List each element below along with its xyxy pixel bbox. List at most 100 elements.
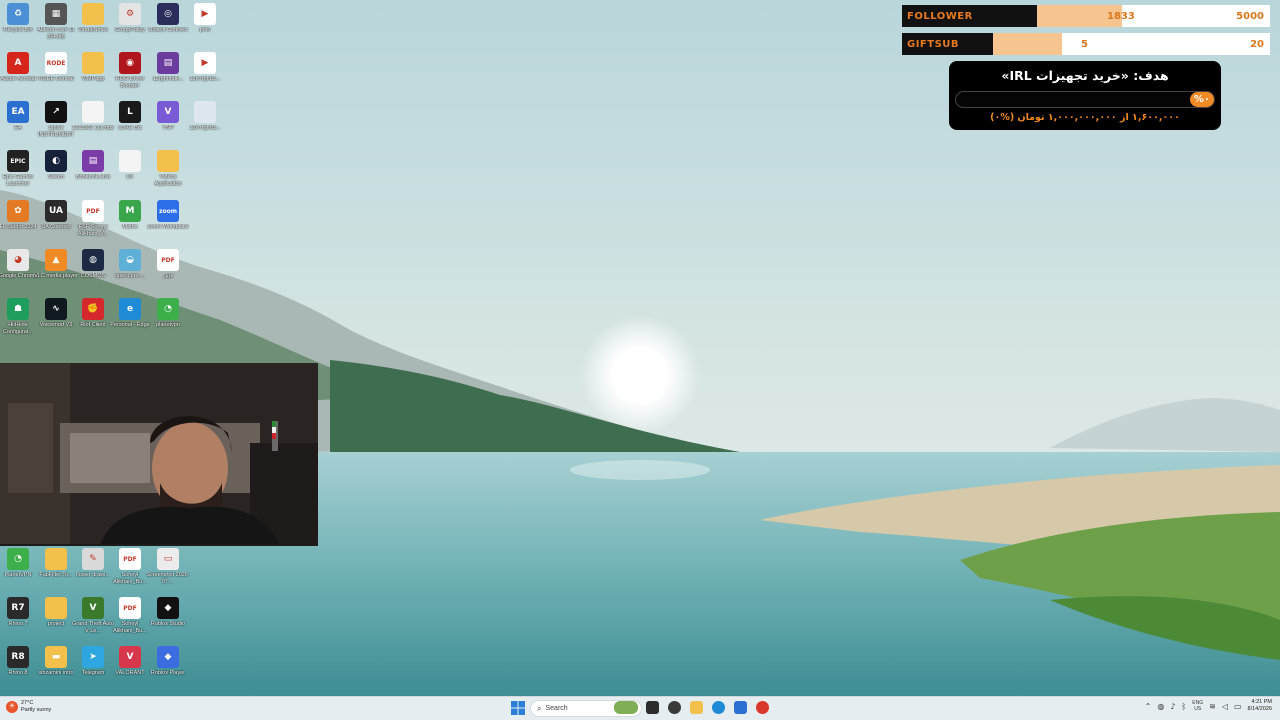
desktop-shortcut[interactable]: M Matrix [111, 200, 149, 246]
group-policy-icon: ⚙ [119, 3, 141, 25]
rog-icon: ◉ [119, 52, 141, 74]
desktop-shortcut[interactable]: VirtualNmes [74, 3, 112, 49]
desktop-shortcut[interactable]: PDF ESF Soheyl Alikhani_V... [74, 200, 112, 246]
battery-icon[interactable]: ▭ [1234, 702, 1242, 711]
desktop-shortcut[interactable]: ◆ Roblox Studio [149, 597, 187, 643]
desktop-shortcut[interactable]: ◔ planetvpn [149, 298, 187, 344]
app-icon: ◒ [119, 249, 141, 271]
goal-progress-track [955, 91, 1215, 108]
desktop-shortcut[interactable]: Dir [111, 150, 149, 196]
network-app-icon[interactable]: ◍ [1157, 702, 1164, 711]
desktop-shortcut[interactable]: project [37, 597, 75, 643]
desktop-shortcut[interactable]: V YNP [149, 101, 187, 147]
desktop-shortcut[interactable]: R7 Rhino 7 [0, 597, 37, 643]
planetvpn-taskbar-icon[interactable] [756, 701, 769, 714]
desktop-shortcut[interactable]: ◔ PlanetVPN [0, 548, 37, 594]
desktop-shortcut[interactable]: A Adobe Acrobat [0, 52, 37, 98]
desktop-shortcut[interactable]: ▶ pmo [186, 3, 224, 49]
follower-progress: 1833 5000 [1037, 5, 1270, 27]
desktop-shortcut[interactable]: FabFilter.To... [37, 548, 75, 594]
file-explorer-icon[interactable] [690, 701, 703, 714]
pdf-icon: PDF [119, 548, 141, 570]
desktop-shortcut[interactable]: VIMPapp [74, 52, 112, 98]
vnp-icon: V [157, 101, 179, 123]
goal-percent-badge: %۰ [1189, 92, 1214, 107]
follower-goal-bar: FOLLOWER 1833 5000 [902, 5, 1270, 27]
desktop-shortcut[interactable]: PDF فایل [149, 249, 187, 295]
desktop-shortcut[interactable]: ✊ Riot Client [74, 298, 112, 344]
gta-icon: V [82, 597, 104, 619]
volume-icon[interactable]: ◁ [1222, 702, 1228, 711]
file-icon [82, 101, 104, 123]
desktop-shortcut[interactable]: e Personal - Edge [110, 298, 150, 344]
bluetooth-icon[interactable]: ᛒ [1181, 702, 1186, 711]
desktop-shortcut[interactable]: ◉ ROG Driver Booster [111, 52, 149, 98]
follower-current: 1833 [1107, 10, 1135, 22]
vlc-icon: ▲ [45, 249, 67, 271]
desktop-shortcut-label: Screenshot 2026-07-... [146, 572, 190, 585]
store-icon[interactable] [734, 701, 747, 714]
desktop-shortcut[interactable]: Videos Application [149, 150, 187, 196]
clock-time: 4:21 PM [1251, 699, 1272, 705]
desktop-shortcut[interactable]: ☗ HidHide Configurat... [0, 298, 37, 344]
microphone-icon[interactable]: ♪ [1170, 702, 1175, 711]
clock[interactable]: 4:21 PM 8/14/2026 [1248, 699, 1272, 713]
desktop-shortcut[interactable]: ▦ Ableton Live 11 (64-bit) [37, 3, 75, 49]
desktop-shortcut[interactable]: ⚙ GroupPolicy [111, 3, 149, 49]
wifi-icon[interactable]: ≋ [1209, 702, 1216, 711]
giftsub-goal-bar: GIFTSUB 5 20 [902, 33, 1270, 55]
desktop-shortcut[interactable]: 2213201 (1).mps [72, 101, 114, 147]
chrome-icon: ◕ [7, 249, 29, 271]
desktop-shortcut[interactable]: zoom Zoom Workplace [147, 200, 189, 246]
desktop-shortcut[interactable]: R8 Rhino 8 [0, 646, 37, 692]
obs-icon[interactable] [668, 701, 681, 714]
desktop-shortcut[interactable]: PDF Soheyl Alikhani_Bu... [111, 548, 149, 594]
desktop-shortcut[interactable]: ◍ COSMOS [74, 249, 112, 295]
desktop-shortcut[interactable]: ▤ 12rghnhdk... [149, 52, 187, 98]
desktop-shortcut[interactable]: ◎ Ubisoft Connect [148, 3, 188, 49]
desktop-shortcut[interactable]: ▲ VLC media player [34, 249, 78, 295]
desktop-shortcut[interactable]: EA EA [0, 101, 37, 147]
desktop-shortcut[interactable]: ◆ Roblox Player [149, 646, 187, 692]
language-indicator[interactable]: ENG US [1192, 700, 1203, 712]
task-view-icon[interactable] [646, 701, 659, 714]
desktop-shortcut[interactable]: ✎ flower drawi... [74, 548, 112, 594]
desktop-shortcut[interactable]: ➤ Telegram [74, 646, 112, 692]
desktop-shortcut[interactable]: L LUKE Biz [111, 101, 149, 147]
desktop-shortcut[interactable]: RODE RODE Central [37, 52, 75, 98]
file-icon [194, 101, 216, 123]
pdf-icon: PDF [119, 597, 141, 619]
desktop-shortcut[interactable]: V Grand Theft Auto V Le... [72, 597, 114, 643]
taskbar: ☀ 27°C Partly sunny ⌕ Search ⌃ ◍ ♪ ᛒ ENG… [0, 696, 1280, 720]
desktop-shortcut[interactable]: ↗ Splice INSTRUMENT [37, 101, 75, 147]
folder-icon: ▬ [45, 646, 67, 668]
hidhide-icon: ☗ [7, 298, 29, 320]
desktop-shortcut[interactable]: ♻ Recycle Bin [0, 3, 37, 49]
desktop-shortcut[interactable]: ◒ opera pro-... [111, 249, 149, 295]
giftsub-label: GIFTSUB [902, 33, 993, 55]
desktop-shortcut[interactable]: 12n7rghd3... [186, 101, 224, 147]
desktop-shortcut[interactable]: PDF Soheyl Alikhani_Bu... [111, 597, 149, 643]
desktop-shortcut[interactable]: EPIC Epic Games Launcher [0, 150, 37, 196]
desktop-shortcut[interactable]: ▤ BookLink.elva [74, 150, 112, 196]
desktop-shortcut[interactable]: ▭ Screenshot 2026-07-... [146, 548, 190, 594]
chevron-up-icon[interactable]: ⌃ [1145, 702, 1152, 711]
folder-icon [45, 597, 67, 619]
weather-icon: ☀ [6, 700, 18, 713]
desktop-shortcut[interactable]: UA UA Connect [37, 200, 75, 246]
desktop-shortcut[interactable]: ∿ Voicemod V3 [37, 298, 75, 344]
desktop-shortcut-label: pmo [199, 27, 211, 33]
edge-taskbar-icon[interactable] [712, 701, 725, 714]
desktop-shortcut[interactable]: ◐ Steam [37, 150, 75, 196]
search-icon: ⌕ [537, 703, 542, 713]
webcam-feed [0, 363, 318, 546]
desktop-shortcut[interactable]: V VALORANT [111, 646, 149, 692]
steam-icon: ◐ [45, 150, 67, 172]
planetvpn-icon: ◔ [157, 298, 179, 320]
weather-widget[interactable]: ☀ 27°C Partly sunny [6, 700, 51, 713]
desktop-shortcut[interactable]: ◕ Google Chrome [0, 249, 37, 295]
desktop-shortcut[interactable]: ✿ FL Studio 2024 [0, 200, 37, 246]
desktop-shortcut[interactable]: ▬ sibzamini intro [37, 646, 75, 692]
start-button[interactable] [511, 701, 525, 715]
desktop-shortcut[interactable]: ▶ 12n7rghd3... [186, 52, 224, 98]
